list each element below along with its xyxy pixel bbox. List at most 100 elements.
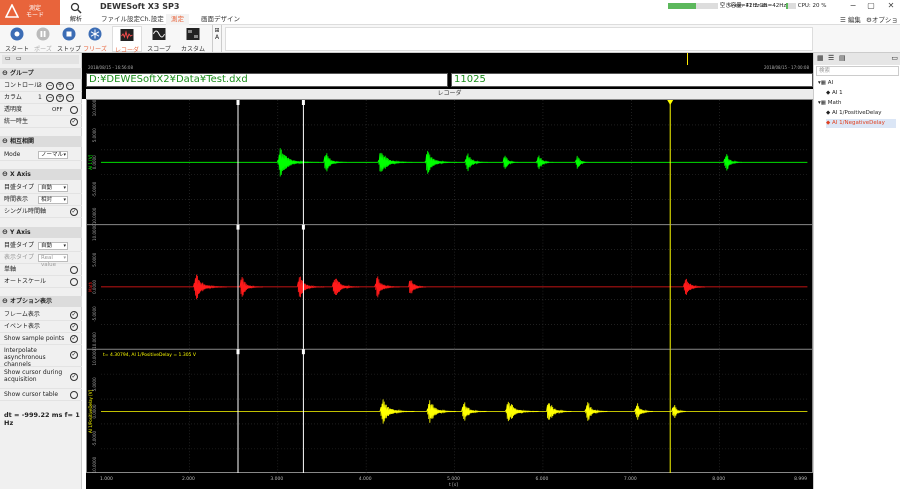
time-display-label: 時間表示 (4, 196, 29, 203)
channel-tree-label: AI (827, 80, 834, 86)
overview-strip[interactable]: 2018/08/15 - 16:56:08 2018/08/15 - 17:00… (82, 53, 813, 72)
channel-grid-icon[interactable]: ▦ (817, 54, 824, 62)
column-label: カラム (4, 94, 22, 101)
signal-trace (101, 148, 808, 177)
freeze-button[interactable]: フリーズ (80, 26, 110, 53)
x-tick-label: 7.000 (624, 476, 637, 482)
transparency-toggle[interactable] (70, 106, 78, 114)
channel-search-input[interactable]: 検索 (816, 66, 899, 76)
x-tick-label: 1.000 (100, 476, 113, 482)
signal-trace (101, 399, 808, 424)
minimize-button[interactable]: − (846, 1, 860, 11)
add-screen-strip[interactable]: ⊞ A (212, 25, 222, 53)
time-display-row: 時間表示 相対 (0, 194, 82, 206)
edit-button[interactable]: ☰ 編集 (840, 14, 861, 24)
frame-row: フレーム表示 ✓ (0, 309, 82, 321)
rate-icon: ⊙ (728, 3, 733, 9)
cpu-bar-fill (786, 2, 788, 9)
app-title: DEWESoft X3 SP3 (100, 2, 180, 11)
display-type-select[interactable]: Real value (38, 254, 68, 268)
options-section-header[interactable]: オプション表示 (0, 296, 82, 307)
sample-count-display: 11025 (451, 73, 813, 87)
event-checkbox[interactable]: ✓ (70, 323, 78, 331)
channel-tree-label: Math (827, 100, 842, 106)
recorder-button[interactable]: レコーダ (112, 26, 142, 54)
frame-checkbox[interactable]: ✓ (70, 311, 78, 319)
autoscale-label: オートスケール (4, 278, 47, 285)
channel-tree-item[interactable]: ◆ AI 1/NegativeDelay (826, 119, 896, 128)
custom-button[interactable]: カスタム (178, 26, 208, 53)
y-axis-label: AI 1/PositiveDelay [V] (88, 390, 93, 434)
x-tick-label: 5.000 (447, 476, 460, 482)
y-scale-type-select[interactable]: 自動 (38, 242, 68, 250)
single-time-row: シングル時間軸 ✓ (0, 206, 82, 218)
unify-checkbox[interactable]: ✓ (70, 118, 78, 126)
channel-tree-item[interactable]: ◆ AI 1/PositiveDelay (826, 109, 881, 118)
mode-select[interactable]: ノーマル (38, 151, 68, 159)
edit-label: 編集 (847, 16, 861, 24)
channel-tree-item[interactable]: ▾▦ AI (818, 79, 833, 88)
sample-points-checkbox[interactable]: ✓ (70, 335, 78, 343)
x-scale-type-label: 目盛タイプ (4, 184, 35, 191)
scope-icon (152, 28, 166, 40)
y-tick-label: 5.0000 (92, 377, 97, 391)
column-minus-button[interactable]: − (46, 94, 54, 102)
channel-tree-item[interactable]: ▾▦ Math (818, 99, 841, 108)
y-tick-label: -10.0000 (92, 207, 97, 225)
event-label: イベント表示 (4, 323, 41, 330)
single-axis-radio[interactable] (70, 266, 78, 274)
tab-design[interactable]: 画面デザイン (196, 14, 245, 25)
column-settings-button[interactable]: ⋯ (66, 94, 74, 102)
recorder-canvas[interactable]: 10.00005.00000.0000-5.0000-10.0000AI 1 [… (87, 100, 814, 474)
tab-channel-setup[interactable]: Ch.設定 (135, 14, 169, 25)
tab-measure[interactable]: 測定 (166, 14, 189, 25)
autoscale-radio[interactable] (70, 278, 78, 286)
rate-label: ex=42Hz ds=42Hz (734, 3, 787, 9)
y-tick-label: 5.0000 (92, 252, 97, 266)
column-row: カラム 1 − + ⋯ (0, 92, 82, 104)
channel-tree-item[interactable]: ◆ AI 1 (826, 89, 843, 98)
channel-panel-toggle-icon[interactable]: ▭ (891, 54, 898, 62)
channel-tree-icon[interactable]: ▤ (839, 54, 846, 62)
xaxis-section-header[interactable]: X Axis (0, 169, 82, 180)
group-section-header[interactable]: グループ (0, 68, 82, 79)
single-time-checkbox[interactable]: ✓ (70, 208, 78, 216)
cursor-acq-checkbox[interactable]: ✓ (70, 373, 78, 381)
cpu-label: CPU: 20 % (797, 3, 827, 9)
y-scale-type-row: 目盛タイプ 自動 (0, 240, 82, 252)
scope-button[interactable]: スコープ (144, 26, 174, 53)
recorder-plots[interactable]: 10.0000 5.0000 0.0000 -5.0000 -10.0000 AI 1 [… (86, 99, 814, 474)
controller-plus-button[interactable]: + (56, 82, 64, 90)
column-plus-button[interactable]: + (56, 94, 64, 102)
y-tick-label: 10.0000 (92, 224, 97, 241)
rate-status: ⊙ ex=42Hz ds=42Hz (728, 2, 786, 11)
overview-cursor[interactable] (687, 53, 688, 65)
cursor-table-checkbox[interactable] (70, 391, 78, 399)
sample-points-label: Show sample points (4, 335, 65, 342)
folder-icon: ▾▦ (818, 80, 828, 86)
panel-pin-icon[interactable]: ▭ (5, 55, 11, 62)
time-display-select[interactable]: 相対 (38, 196, 68, 204)
custom-label: カスタム (180, 46, 205, 53)
yaxis-section-header[interactable]: Y Axis (0, 227, 82, 238)
event-row: イベント表示 ✓ (0, 321, 82, 333)
cursor-acq-label: Show cursor during acquisition (4, 369, 63, 383)
interpolate-checkbox[interactable]: ✓ (70, 351, 78, 359)
channel-list-icon[interactable]: ☰ (828, 54, 834, 62)
transparency-label: 透明度 (4, 106, 23, 113)
interaction-section-header[interactable]: 相互相関 (0, 136, 82, 147)
analysis-label: 解析 (69, 16, 82, 23)
channel-tree-label: AI 1 (831, 90, 843, 96)
analysis-button[interactable]: 解析 (64, 0, 88, 25)
x-scale-type-select[interactable]: 自動 (38, 184, 68, 192)
controller-minus-button[interactable]: − (46, 82, 54, 90)
close-button[interactable]: ✕ (884, 1, 898, 11)
maximize-button[interactable]: ▢ (864, 1, 878, 11)
controller-settings-button[interactable]: ⋯ (66, 82, 74, 90)
panel-list-icon[interactable]: ▭ (16, 55, 22, 62)
mode-button[interactable]: 測定 モード (0, 0, 60, 25)
overview-start-time: 2018/08/15 - 16:56:08 (88, 65, 134, 70)
x-tick-label: 6.000 (535, 476, 548, 482)
recorder-title: レコーダ (86, 89, 813, 99)
y-tick-label: 10.0000 (92, 100, 97, 116)
